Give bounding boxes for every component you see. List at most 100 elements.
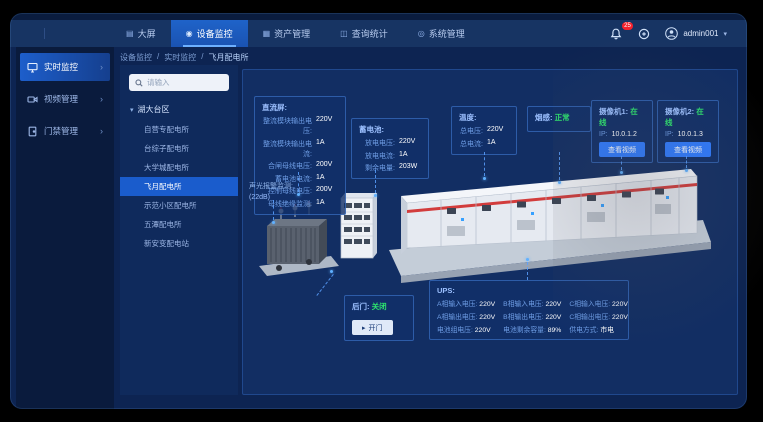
ip-label: IP: [665,131,674,138]
system-icon: ◎ [418,29,425,38]
tree-root-node[interactable]: ▾ 湖大台区 [120,98,238,120]
topbar-divider [44,28,45,39]
tab-dashboard[interactable]: ▤ 大屏 [111,20,171,47]
connector-dot [272,221,275,224]
tree-search[interactable] [129,74,229,91]
metric-label: 整流模块输出电流: [262,139,312,159]
breadcrumb-separator: / [157,52,159,63]
tab-system-management[interactable]: ◎ 系统管理 [403,20,480,47]
sidebar-item-label: 视频管理 [44,93,78,105]
metric-label: 电池组电压: [437,327,473,334]
tab-label: 设备监控 [197,27,233,40]
card-title: 后门: 关闭 [352,301,406,312]
search-input[interactable] [147,78,223,87]
dashboard-icon: ▤ [126,29,134,38]
tree-item[interactable]: 台综子配电所 [120,139,238,158]
metric-label: B相输入电压: [503,301,543,308]
avatar [665,27,678,40]
metric-label: 合闸母线电压: [262,161,312,171]
alarm-text: 声光报警监测: [249,182,293,193]
chevron-right-icon: › [100,94,103,104]
metric-value: 1A [487,139,509,149]
caret-down-icon: ▾ [130,106,134,114]
view-video-button[interactable]: 查看视频 [599,142,645,157]
chevron-right-icon: › [100,126,103,136]
device-monitor-icon: ◉ [186,29,193,38]
tab-label: 系统管理 [429,27,465,40]
tab-label: 查询统计 [352,27,388,40]
connector-dot [620,171,623,174]
camera1-label: 摄像机1: [599,107,628,116]
connector-dot [330,270,333,273]
battery-cabinet [341,193,377,258]
breadcrumb-item[interactable]: 实时监控 [164,52,196,63]
connector-line [621,156,622,170]
station-tree-panel: ▾ 湖大台区 自营专配电所 台综子配电所 大学城配电所 飞月配电所 示范小区配电… [120,65,238,395]
open-door-label: 开门 [369,323,383,333]
user-menu[interactable]: admin001 ▾ [665,27,727,40]
tree-item-selected[interactable]: 飞月配电所 [120,177,238,196]
nav-tabs: ▤ 大屏 ◉ 设备监控 ▦ 资产管理 ◫ 查询统计 ◎ 系统管理 [111,20,480,47]
asset-icon: ▦ [263,29,271,38]
metric-label: 总电压: [459,126,483,136]
metric-value: 1A [316,174,338,184]
door-icon [27,126,38,137]
tree-root-label: 湖大台区 [138,104,170,115]
breadcrumb-item[interactable]: 设备监控 [120,52,152,63]
tree-item[interactable]: 五潭配电所 [120,215,238,234]
user-name: admin001 [683,29,718,38]
connector-line [559,152,560,180]
statistics-icon: ◫ [340,29,348,38]
breadcrumb-separator: / [201,52,203,63]
ip-label: IP: [599,131,608,138]
connector-dot [374,194,377,197]
connector-dot [685,169,688,172]
camera2-label: 摄像机2: [665,107,694,116]
door-open-icon: ▸ [362,324,366,332]
station-monitor-panel: 直流屏: 整流模块输出电压:220V 整流模块输出电流:1A 合闸母线电压:20… [242,69,738,395]
breadcrumb-current: 飞月配电所 [208,52,248,63]
tree-item[interactable]: 自营专配电所 [120,120,238,139]
metric-label: B相输出电压: [503,314,543,321]
sidebar-item-video-management[interactable]: 视频管理 › [20,85,110,113]
sidebar-item-access-control[interactable]: 门禁管理 › [20,117,110,145]
view-video-button[interactable]: 查看视频 [665,142,711,157]
metric-label: C相输入电压: [569,301,610,308]
tree-item[interactable]: 示范小区配电所 [120,196,238,215]
connector-line [273,200,274,220]
search-icon [135,79,143,87]
connector-dot [483,177,486,180]
ups-metrics: A相输入电压: 220V B相输入电压: 220V C相输入电压: 220V A… [437,298,621,334]
card-title: UPS: [437,286,621,295]
chevron-down-icon: ▾ [723,30,727,38]
notification-bell-icon[interactable]: 25 [609,27,623,41]
topbar-actions: 25 admin001 ▾ [609,27,747,41]
tab-asset-management[interactable]: ▦ 资产管理 [248,20,326,47]
top-nav: ▤ 大屏 ◉ 设备监控 ▦ 资产管理 ◫ 查询统计 ◎ 系统管理 [10,20,747,47]
sound-alarm-label: 声光报警监测: (22dB) [249,182,293,203]
connector-dot [558,181,561,184]
alarm-value: (22dB) [249,193,293,204]
metric-value: 203W [399,163,421,173]
fullscreen-icon[interactable] [637,27,651,41]
ip-value: 10.0.1.3 [678,131,703,138]
tree-item[interactable]: 大学城配电所 [120,158,238,177]
connector-line [527,262,528,280]
ups-card: UPS: A相输入电压: 220V B相输入电压: 220V C相输入电压: 2… [429,280,629,340]
metric-label: 放电电流: [359,151,395,161]
card-title: 烟感: 正常 [535,112,583,123]
card-title: 蓄电池: [359,124,421,135]
tab-query-statistics[interactable]: ◫ 查询统计 [325,20,403,47]
sidebar-item-realtime-monitor[interactable]: 实时监控 › [20,53,110,81]
open-door-button[interactable]: ▸ 开门 [352,320,393,335]
monitor-icon [27,62,38,73]
connector-dot [297,193,300,196]
metric-value: 220V [479,301,495,308]
tab-device-monitor[interactable]: ◉ 设备监控 [171,20,248,47]
card-title: 摄像机1: 在线 [599,106,645,128]
smoke-status: 正常 [555,113,570,122]
tree-item[interactable]: 新安变配电站 [120,234,238,253]
metric-label: 整流模块输出电压: [262,116,312,136]
metric-label: 电池剩余容量: [503,327,546,334]
smoke-sensor-card: 烟感: 正常 [527,106,591,132]
